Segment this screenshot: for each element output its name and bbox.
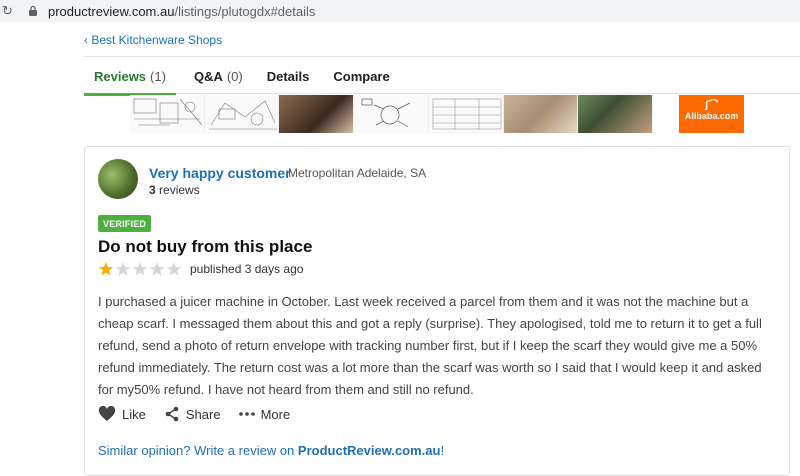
like-button[interactable]: Like: [98, 406, 146, 422]
verified-badge: VERIFIED: [98, 215, 152, 232]
alibaba-mark-icon: ʃ⌒: [704, 100, 719, 111]
tab-compare-label: Compare: [333, 68, 390, 84]
ad-image-diagram[interactable]: [354, 95, 429, 133]
lock-icon: [28, 4, 40, 18]
tab-qa-label: Q&A: [193, 68, 223, 84]
browser-address-bar[interactable]: ↻ productreview.com.au/listings/plutogdx…: [0, 0, 800, 22]
write-review-prompt[interactable]: Similar opinion? Write a review on Produ…: [98, 443, 444, 458]
reviewer-location: Metropolitan Adelaide, SA: [288, 166, 427, 180]
ad-image-document[interactable]: [428, 95, 504, 133]
star-empty-icon: [149, 262, 165, 276]
tab-qa-count: (0): [226, 68, 243, 84]
review-count-suffix: reviews: [155, 183, 200, 197]
more-button[interactable]: More: [238, 406, 291, 422]
star-empty-icon: [132, 262, 148, 276]
tab-details[interactable]: Details: [253, 57, 320, 95]
breadcrumb-back-link[interactable]: ‹ Best Kitchenware Shops: [84, 33, 222, 47]
advertisement-strip[interactable]: ʃ⌒ Alibaba.com: [130, 95, 745, 133]
like-label: Like: [122, 406, 146, 422]
listing-tabs: Reviews (1) Q&A (0) Details Compare: [84, 56, 800, 96]
ad-image-photo[interactable]: [503, 95, 579, 133]
star-rating: [98, 261, 182, 277]
tab-compare[interactable]: Compare: [319, 57, 399, 95]
tab-details-label: Details: [266, 68, 310, 84]
site-link[interactable]: ProductReview.com.au: [298, 443, 441, 458]
star-filled-icon: [98, 262, 114, 276]
avatar[interactable]: [98, 159, 138, 199]
reload-icon[interactable]: ↻: [0, 3, 14, 19]
tab-reviews-label: Reviews: [94, 68, 147, 84]
more-dots-icon: [238, 412, 255, 416]
ad-image-diagram[interactable]: [130, 95, 205, 133]
ad-image-photo[interactable]: [279, 95, 355, 133]
published-date: published 3 days ago: [190, 262, 304, 276]
alibaba-brand-text: Alibaba.com: [684, 111, 739, 121]
reviewer-review-count[interactable]: 3 reviews: [149, 183, 200, 197]
more-label: More: [260, 406, 291, 422]
share-label: Share: [185, 406, 221, 422]
share-button[interactable]: Share: [164, 406, 221, 422]
url-path: /listings/plutogdx#details: [174, 3, 316, 19]
review-actions: Like Share More: [98, 406, 308, 422]
tab-qa[interactable]: Q&A (0): [176, 57, 253, 95]
star-empty-icon: [166, 262, 182, 276]
similar-suffix: !: [440, 443, 445, 458]
similar-prefix: Similar opinion? Write a review on: [98, 443, 298, 458]
ad-image-photo[interactable]: [578, 95, 654, 133]
tab-reviews-count: (1): [150, 68, 166, 84]
ad-image-diagram[interactable]: [204, 95, 280, 133]
heart-icon: [98, 406, 116, 421]
review-card: Very happy customer Metropolitan Adelaid…: [84, 146, 790, 476]
tab-reviews[interactable]: Reviews (1): [84, 57, 176, 96]
share-icon: [165, 406, 179, 422]
url-host: productreview.com.au: [48, 3, 175, 19]
review-body: I purchased a juicer machine in October.…: [98, 294, 762, 397]
star-empty-icon: [115, 262, 131, 276]
url-text[interactable]: productreview.com.au/listings/plutogdx#d…: [48, 4, 315, 19]
review-count-number: 3: [149, 183, 156, 197]
review-title: Do not buy from this place: [98, 237, 313, 256]
alibaba-ad-logo[interactable]: ʃ⌒ Alibaba.com: [679, 95, 745, 133]
reviewer-name[interactable]: Very happy customer: [149, 165, 291, 181]
